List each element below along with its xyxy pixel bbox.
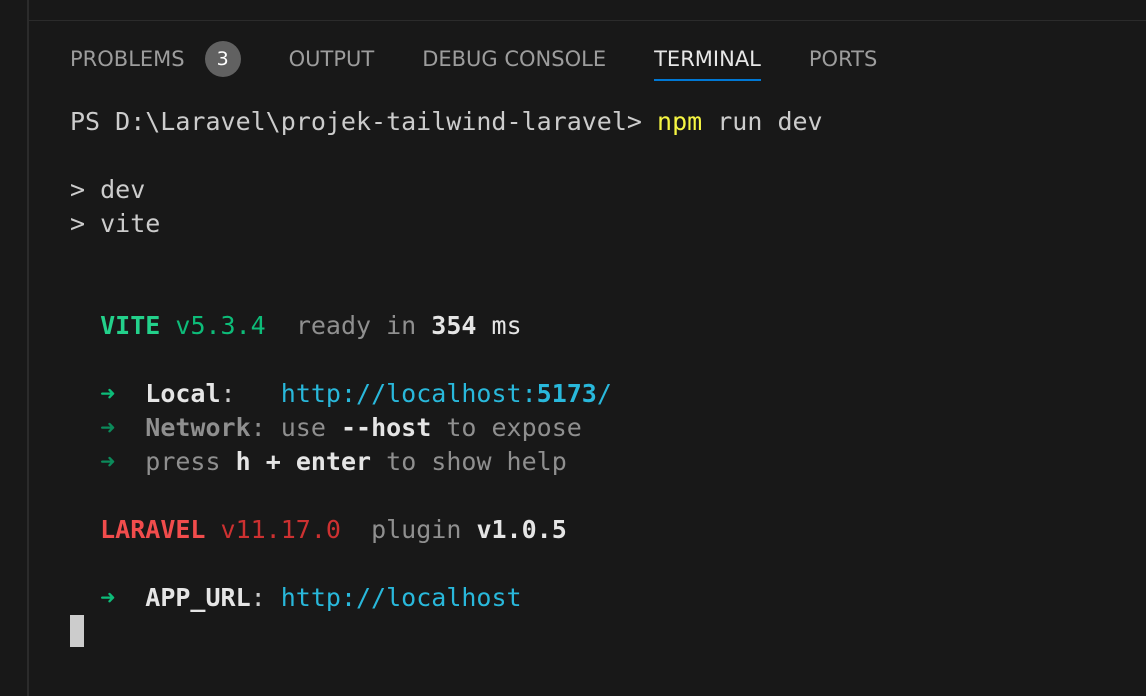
tab-output[interactable]: OUTPUT — [289, 38, 375, 80]
press-text: press — [145, 447, 221, 476]
app-url-line: ➜ APP_URL: http://localhost — [100, 583, 522, 612]
press-key: h + enter — [235, 447, 372, 476]
arrow-icon: ➜ — [100, 413, 116, 442]
vite-network-line: ➜ Network: use --host to expose — [100, 413, 582, 442]
vite-name: VITE — [100, 311, 161, 340]
command-args: run dev — [717, 107, 823, 136]
vite-local-line: ➜ Local: http://localhost:5173/ — [100, 379, 612, 408]
vite-ready-ms: 354 — [431, 311, 477, 340]
tab-debug-console-label: DEBUG CONSOLE — [422, 47, 607, 71]
terminal-cursor — [70, 615, 84, 647]
vite-ms-unit: ms — [491, 311, 522, 340]
laravel-plugin-line: LARAVEL v11.17.0 plugin v1.0.5 — [70, 513, 1130, 547]
vite-ready-line: VITE v5.3.4 ready in 354 ms — [70, 309, 1130, 343]
local-label: Local — [145, 379, 221, 408]
tab-ports-label: PORTS — [808, 47, 878, 71]
arrow-icon: ➜ — [100, 447, 116, 476]
tab-terminal-label: TERMINAL — [654, 47, 761, 71]
plugin-text: plugin — [371, 515, 462, 544]
local-url-port: 5173 — [536, 379, 597, 408]
cursor-line — [70, 615, 1130, 649]
panel-top-border — [29, 20, 1146, 21]
plugin-version: v1.0.5 — [476, 515, 567, 544]
local-url-suffix: / — [596, 379, 612, 408]
laravel-name: LARAVEL — [100, 515, 206, 544]
arrow-icon: ➜ — [100, 583, 116, 612]
vite-version: v5.3.4 — [175, 311, 266, 340]
vite-help-line: ➜ press h + enter to show help — [70, 445, 1130, 479]
terminal-panel: PROBLEMS 3 OUTPUT DEBUG CONSOLE TERMINAL… — [0, 0, 1146, 696]
network-use: use — [280, 413, 326, 442]
terminal-prompt: PS D:\Laravel\projek-tailwind-laravel> — [70, 107, 642, 136]
app-url-label: APP_URL — [145, 583, 251, 612]
laravel-version: v11.17.0 — [220, 515, 341, 544]
tab-terminal[interactable]: TERMINAL — [654, 38, 761, 81]
command-binary: npm — [657, 107, 703, 136]
terminal-output[interactable]: PS D:\Laravel\projek-tailwind-laravel> n… — [70, 105, 1130, 649]
script-line: > dev — [70, 175, 146, 204]
terminal-command-line: PS D:\Laravel\projek-tailwind-laravel> n… — [70, 105, 1130, 139]
tab-output-label: OUTPUT — [288, 47, 375, 71]
panel-left-border — [27, 0, 29, 696]
script-line: > vite — [70, 209, 161, 238]
app-url[interactable]: http://localhost — [281, 583, 522, 612]
arrow-icon: ➜ — [100, 379, 116, 408]
local-url[interactable]: http://localhost:5173/ — [281, 379, 612, 408]
panel-tabs: PROBLEMS 3 OUTPUT DEBUG CONSOLE TERMINAL… — [70, 38, 925, 82]
press-rest: to show help — [386, 447, 567, 476]
network-label: Network — [145, 413, 251, 442]
local-url-prefix: http://localhost: — [280, 379, 537, 408]
vite-ready-text: ready in — [295, 311, 417, 340]
tab-debug-console[interactable]: DEBUG CONSOLE — [422, 38, 606, 80]
problems-count-badge: 3 — [204, 41, 241, 77]
tab-ports[interactable]: PORTS — [809, 38, 877, 80]
tab-problems-label: PROBLEMS — [70, 47, 185, 71]
network-rest: to expose — [446, 413, 582, 442]
network-flag: --host — [340, 413, 432, 442]
tab-problems[interactable]: PROBLEMS 3 — [70, 38, 241, 80]
